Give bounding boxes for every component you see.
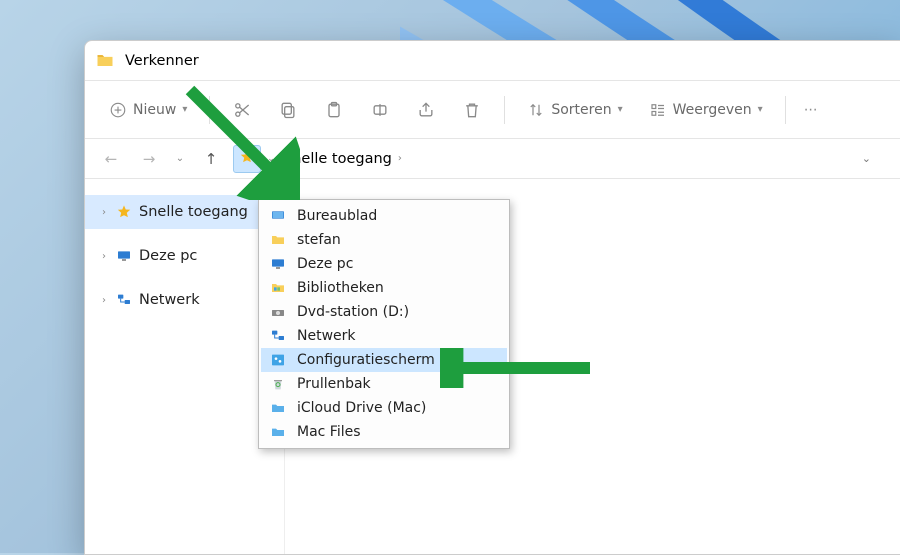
copy-icon xyxy=(278,100,298,120)
chevron-right-icon: › xyxy=(99,251,109,262)
separator xyxy=(504,96,505,124)
address-star-button[interactable] xyxy=(233,145,261,173)
dropdown-item-label: Bibliotheken xyxy=(297,280,384,296)
star-icon xyxy=(239,149,255,169)
window-title: Verkenner xyxy=(125,53,199,69)
view-button[interactable]: Weergeven ▾ xyxy=(639,92,773,128)
dropdown-item[interactable]: stefan xyxy=(261,228,507,252)
dropdown-item-label: Netwerk xyxy=(297,328,356,344)
separator xyxy=(785,96,786,124)
view-icon xyxy=(649,101,667,119)
star-icon xyxy=(115,203,133,221)
cloudfolder-icon xyxy=(269,399,287,417)
view-label: Weergeven xyxy=(673,102,752,118)
dropdown-item-label: Bureaublad xyxy=(297,208,377,224)
dropdown-item[interactable]: Bibliotheken xyxy=(261,276,507,300)
folder-icon xyxy=(269,231,287,249)
rename-button[interactable] xyxy=(360,92,400,128)
cut-button[interactable] xyxy=(222,92,262,128)
nav-row: ← → ⌄ ↑ ⌄ Snelle toegang › ⌄ xyxy=(85,139,900,179)
sort-label: Sorteren xyxy=(551,102,611,118)
desktop-icon xyxy=(269,207,287,225)
more-icon: ⋯ xyxy=(804,102,818,118)
dropdown-item[interactable]: Deze pc xyxy=(261,252,507,276)
network-icon xyxy=(269,327,287,345)
separator xyxy=(209,96,210,124)
more-button[interactable]: ⋯ xyxy=(798,92,824,128)
sidebar-item-label: Deze pc xyxy=(139,248,197,264)
libraries-icon xyxy=(269,279,287,297)
nav-up[interactable]: ↑ xyxy=(195,143,227,175)
sidebar: › Snelle toegang › Deze pc › Ne xyxy=(85,179,285,554)
new-label: Nieuw xyxy=(133,102,176,118)
monitor-icon xyxy=(269,255,287,273)
dropdown-item-label: Mac Files xyxy=(297,424,361,440)
sidebar-item-label: Snelle toegang xyxy=(139,204,248,220)
dropdown-item-label: Prullenbak xyxy=(297,376,371,392)
sidebar-item-network[interactable]: › Netwerk xyxy=(85,283,284,317)
nav-recent[interactable]: ⌄ xyxy=(171,143,189,175)
chevron-down-icon: ▾ xyxy=(758,104,763,115)
dropdown-item[interactable]: Bureaublad xyxy=(261,204,507,228)
dropdown-item[interactable]: iCloud Drive (Mac) xyxy=(261,396,507,420)
breadcrumb-current[interactable]: Snelle toegang xyxy=(283,151,392,167)
dropdown-item[interactable]: Mac Files xyxy=(261,420,507,444)
control-icon xyxy=(269,351,287,369)
recycle-icon xyxy=(269,375,287,393)
clipboard-icon xyxy=(324,100,344,120)
chevron-down-icon: ▾ xyxy=(182,104,187,115)
dropdown-item-label: stefan xyxy=(297,232,341,248)
trash-icon xyxy=(462,100,482,120)
share-button[interactable] xyxy=(406,92,446,128)
scissors-icon xyxy=(232,100,252,120)
rename-icon xyxy=(370,100,390,120)
chevron-right-icon: › xyxy=(99,207,109,218)
copy-button[interactable] xyxy=(268,92,308,128)
sort-button[interactable]: Sorteren ▾ xyxy=(517,92,632,128)
chevron-right-icon[interactable]: › xyxy=(398,153,402,164)
chevron-right-icon: › xyxy=(99,295,109,306)
plus-icon xyxy=(109,101,127,119)
dropdown-item-label: Dvd-station (D:) xyxy=(297,304,409,320)
address-dropdown-toggle[interactable]: ⌄ xyxy=(263,145,279,173)
dropdown-item-label: Configuratiescherm xyxy=(297,352,435,368)
dropdown-item-label: iCloud Drive (Mac) xyxy=(297,400,426,416)
nav-forward[interactable]: → xyxy=(133,143,165,175)
sort-icon xyxy=(527,101,545,119)
folder-icon xyxy=(95,51,115,71)
toolbar: Nieuw ▾ xyxy=(85,81,900,139)
address-dropdown-menu: Bureaublad stefan Deze pc Bibliotheken Dvd-s… xyxy=(258,199,510,449)
dropdown-item[interactable]: Prullenbak xyxy=(261,372,507,396)
sidebar-item-this-pc[interactable]: › Deze pc xyxy=(85,239,284,273)
delete-button[interactable] xyxy=(452,92,492,128)
share-icon xyxy=(416,100,436,120)
titlebar: Verkenner xyxy=(85,41,900,81)
sidebar-item-quick-access[interactable]: › Snelle toegang xyxy=(85,195,284,229)
chevron-down-icon: ▾ xyxy=(618,104,623,115)
sidebar-item-label: Netwerk xyxy=(139,292,200,308)
address-expand[interactable]: ⌄ xyxy=(862,152,871,165)
dropdown-item[interactable]: Netwerk xyxy=(261,324,507,348)
new-button[interactable]: Nieuw ▾ xyxy=(99,92,197,128)
cloudfolder-icon xyxy=(269,423,287,441)
paste-button[interactable] xyxy=(314,92,354,128)
dropdown-item[interactable]: Configuratiescherm xyxy=(261,348,507,372)
dropdown-item-label: Deze pc xyxy=(297,256,353,272)
monitor-icon xyxy=(115,247,133,265)
network-icon xyxy=(115,291,133,309)
dvd-icon xyxy=(269,303,287,321)
nav-back[interactable]: ← xyxy=(95,143,127,175)
dropdown-item[interactable]: Dvd-station (D:) xyxy=(261,300,507,324)
